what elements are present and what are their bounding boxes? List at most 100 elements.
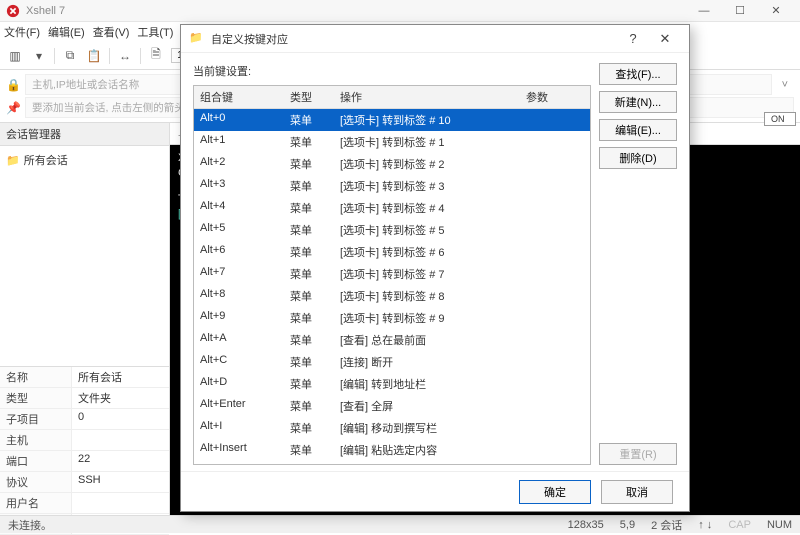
cancel-button[interactable]: 取消	[601, 480, 673, 504]
toolbar-doc-icon[interactable]: 🗎	[147, 47, 165, 65]
toolbar-separator	[109, 48, 110, 64]
table-cell: Alt+2	[194, 153, 284, 175]
table-row[interactable]: Alt+3菜单[选项卡] 转到标签 # 3	[194, 175, 590, 197]
header-type[interactable]: 类型	[284, 86, 334, 108]
session-manager-title: 会话管理器	[0, 123, 169, 146]
dialog-close-button[interactable]: ✕	[649, 31, 681, 47]
keymap-dialog: 📁 自定义按键对应 ? ✕ 当前键设置: 组合键 类型 操作 参数 Alt+0菜…	[180, 24, 690, 512]
table-cell: [选项卡] 转到标签 # 3	[334, 175, 520, 197]
pin-icon[interactable]: 📌	[6, 101, 21, 115]
table-cell: [选项卡] 转到标签 # 9	[334, 307, 520, 329]
edit-button[interactable]: 编辑(E)...	[599, 119, 677, 141]
table-cell: 菜单	[284, 351, 334, 373]
menu-tools[interactable]: 工具(T)	[137, 24, 173, 40]
table-row[interactable]: Alt+J菜单[编辑] 移动到撰写窗格	[194, 461, 590, 464]
toolbar-separator	[140, 48, 141, 64]
table-cell: Alt+9	[194, 307, 284, 329]
header-action[interactable]: 操作	[334, 86, 520, 108]
table-row[interactable]: Alt+9菜单[选项卡] 转到标签 # 9	[194, 307, 590, 329]
toolbar-paste-icon[interactable]: 📋	[85, 47, 103, 65]
table-cell	[520, 131, 590, 153]
dialog-section-label: 当前键设置:	[193, 63, 591, 79]
table-cell: Alt+Enter	[194, 395, 284, 417]
toolbar-dropdown-icon[interactable]: ▾	[30, 47, 48, 65]
on-toggle[interactable]: ON	[764, 112, 796, 126]
prop-value	[72, 430, 169, 450]
prop-row: 子项目0	[0, 409, 169, 430]
toolbar-copy-icon[interactable]: ⧉	[61, 47, 79, 65]
table-row[interactable]: Alt+Insert菜单[编辑] 粘贴选定内容	[194, 439, 590, 461]
table-row[interactable]: Alt+D菜单[编辑] 转到地址栏	[194, 373, 590, 395]
prop-key: 主机	[0, 430, 72, 450]
table-row[interactable]: Alt+2菜单[选项卡] 转到标签 # 2	[194, 153, 590, 175]
keymap-table[interactable]: 组合键 类型 操作 参数 Alt+0菜单[选项卡] 转到标签 # 10Alt+1…	[193, 85, 591, 465]
table-cell: Alt+7	[194, 263, 284, 285]
table-cell: Alt+3	[194, 175, 284, 197]
prop-value	[72, 493, 169, 513]
session-properties: 名称所有会话类型文件夹子项目0主机端口22协议SSH用户名说明	[0, 366, 169, 535]
table-cell: Alt+A	[194, 329, 284, 351]
prop-row: 协议SSH	[0, 472, 169, 493]
table-cell: [选项卡] 转到标签 # 4	[334, 197, 520, 219]
header-param[interactable]: 参数	[520, 86, 590, 108]
session-tree[interactable]: 📁 所有会话	[0, 146, 169, 366]
reset-button[interactable]: 重置(R)	[599, 443, 677, 465]
table-row[interactable]: Alt+C菜单[连接] 断开	[194, 351, 590, 373]
table-cell	[520, 351, 590, 373]
new-button[interactable]: 新建(N)...	[599, 91, 677, 113]
table-cell: 菜单	[284, 329, 334, 351]
table-row[interactable]: Alt+4菜单[选项卡] 转到标签 # 4	[194, 197, 590, 219]
table-cell	[520, 175, 590, 197]
table-row[interactable]: Alt+1菜单[选项卡] 转到标签 # 1	[194, 131, 590, 153]
table-cell: Alt+1	[194, 131, 284, 153]
dialog-titlebar: 📁 自定义按键对应 ? ✕	[181, 25, 689, 53]
chevron-down-icon[interactable]: ˅	[776, 79, 794, 91]
table-cell: 菜单	[284, 175, 334, 197]
table-cell: [选项卡] 转到标签 # 10	[334, 109, 520, 131]
table-cell: 菜单	[284, 395, 334, 417]
table-cell: Alt+0	[194, 109, 284, 131]
prop-row: 端口22	[0, 451, 169, 472]
table-row[interactable]: Alt+6菜单[选项卡] 转到标签 # 6	[194, 241, 590, 263]
dialog-help-button[interactable]: ?	[617, 31, 649, 46]
session-manager-pane: 会话管理器 📁 所有会话 名称所有会话类型文件夹子项目0主机端口22协议SSH用…	[0, 123, 170, 526]
table-row[interactable]: Alt+5菜单[选项卡] 转到标签 # 5	[194, 219, 590, 241]
table-cell: Alt+C	[194, 351, 284, 373]
toolbar-new-icon[interactable]: ▥	[6, 47, 24, 65]
ok-button[interactable]: 确定	[519, 480, 591, 504]
table-cell: [选项卡] 转到标签 # 1	[334, 131, 520, 153]
prop-row: 类型文件夹	[0, 388, 169, 409]
header-key[interactable]: 组合键	[194, 86, 284, 108]
toolbar-separator	[54, 48, 55, 64]
delete-button[interactable]: 删除(D)	[599, 147, 677, 169]
menu-file[interactable]: 文件(F)	[4, 24, 40, 40]
table-row[interactable]: Alt+7菜单[选项卡] 转到标签 # 7	[194, 263, 590, 285]
prop-row: 名称所有会话	[0, 367, 169, 388]
table-row[interactable]: Alt+A菜单[查看] 总在最前面	[194, 329, 590, 351]
toolbar-arrow-icon[interactable]: ↔	[116, 47, 134, 65]
table-cell	[520, 439, 590, 461]
maximize-button[interactable]: ☐	[722, 4, 758, 17]
table-row[interactable]: Alt+8菜单[选项卡] 转到标签 # 8	[194, 285, 590, 307]
prop-value: SSH	[72, 472, 169, 492]
table-row[interactable]: Alt+Enter菜单[查看] 全屏	[194, 395, 590, 417]
tree-root-item[interactable]: 📁 所有会话	[6, 152, 163, 168]
close-button[interactable]: ✕	[758, 4, 794, 17]
table-cell	[520, 197, 590, 219]
menu-edit[interactable]: 编辑(E)	[48, 24, 85, 40]
status-size: 128x35	[568, 519, 604, 531]
menu-view[interactable]: 查看(V)	[93, 24, 130, 40]
minimize-button[interactable]: —	[686, 5, 722, 17]
folder-icon: 📁	[6, 154, 20, 167]
dialog-footer: 确定 取消	[181, 471, 689, 511]
table-cell	[520, 461, 590, 464]
table-cell: 菜单	[284, 439, 334, 461]
table-cell: Alt+Insert	[194, 439, 284, 461]
prop-key: 类型	[0, 388, 72, 408]
table-row[interactable]: Alt+I菜单[编辑] 移动到撰写栏	[194, 417, 590, 439]
find-button[interactable]: 查找(F)...	[599, 63, 677, 85]
status-arrows: ↑ ↓	[698, 519, 712, 531]
table-cell: [编辑] 粘贴选定内容	[334, 439, 520, 461]
table-row[interactable]: Alt+0菜单[选项卡] 转到标签 # 10	[194, 109, 590, 131]
table-cell: 菜单	[284, 153, 334, 175]
